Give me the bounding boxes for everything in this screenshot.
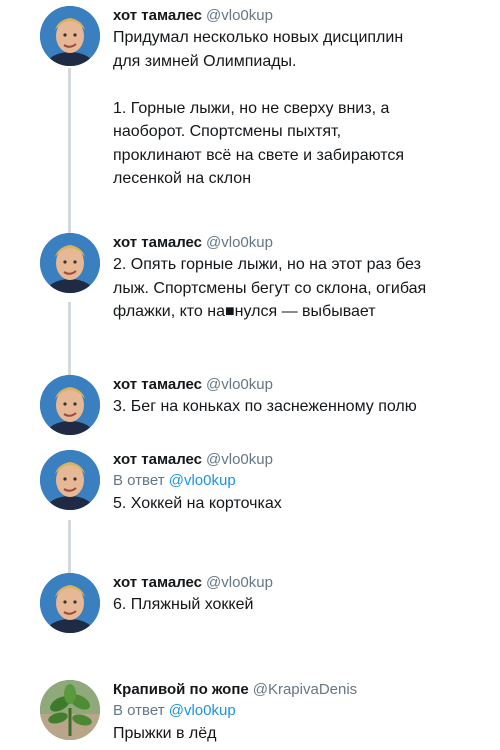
reply-mention-link[interactable]: @vlo0kup xyxy=(169,702,236,719)
user-avatar-icon xyxy=(40,6,100,66)
display-name[interactable]: хот тамалес xyxy=(113,451,202,468)
tweet-header: хот тамалес @vlo0kup xyxy=(113,233,493,253)
reply-prefix: В ответ xyxy=(113,702,165,719)
tweet-text: 6. Пляжный хоккей xyxy=(113,596,254,613)
reply-prefix: В ответ xyxy=(113,472,165,489)
avatar[interactable] xyxy=(40,573,100,633)
user-avatar-icon xyxy=(40,573,100,633)
user-handle[interactable]: @vlo0kup xyxy=(206,574,273,591)
tweet-header: Крапивой по жопе @KrapivaDenis xyxy=(113,680,493,700)
display-name[interactable]: Крапивой по жопе xyxy=(113,681,249,698)
tweet-header: хот тамалес @vlo0kup xyxy=(113,450,493,470)
tweet-text: 3. Бег на коньках по заснеженному полю xyxy=(113,398,417,415)
user-avatar-icon xyxy=(40,375,100,435)
tweet-header: хот тамалес @vlo0kup xyxy=(113,375,493,395)
user-avatar-icon xyxy=(40,450,100,510)
tweet-header: хот тамалес @vlo0kup xyxy=(113,6,493,26)
avatar[interactable] xyxy=(40,6,100,66)
user-handle[interactable]: @KrapivaDenis xyxy=(253,681,357,698)
user-handle[interactable]: @vlo0kup xyxy=(206,376,273,393)
plant-avatar-icon xyxy=(40,680,100,740)
display-name[interactable]: хот тамалес xyxy=(113,376,202,393)
avatar[interactable] xyxy=(40,680,100,740)
user-handle[interactable]: @vlo0kup xyxy=(206,451,273,468)
avatar[interactable] xyxy=(40,450,100,510)
user-avatar-icon xyxy=(40,233,100,293)
reply-to: В ответ @vlo0kup xyxy=(113,470,493,492)
tweet-text: 2. Опять горные лыжи, но на этот раз без… xyxy=(113,256,427,320)
reply-to: В ответ @vlo0kup xyxy=(113,700,493,722)
avatar[interactable] xyxy=(40,375,100,435)
tweet-text: Прыжки в лёд xyxy=(113,725,217,742)
tweet-text: Придумал несколько новых дисциплин для з… xyxy=(113,29,405,187)
thread-line xyxy=(68,302,71,380)
avatar[interactable] xyxy=(40,233,100,293)
tweet-text: 5. Хоккей на корточках xyxy=(113,495,282,512)
thread-line xyxy=(68,520,71,580)
user-handle[interactable]: @vlo0kup xyxy=(206,7,273,24)
display-name[interactable]: хот тамалес xyxy=(113,574,202,591)
reply-mention-link[interactable]: @vlo0kup xyxy=(169,472,236,489)
display-name[interactable]: хот тамалес xyxy=(113,7,202,24)
thread-line xyxy=(68,68,71,238)
tweet-header: хот тамалес @vlo0kup xyxy=(113,573,493,593)
user-handle[interactable]: @vlo0kup xyxy=(206,234,273,251)
display-name[interactable]: хот тамалес xyxy=(113,234,202,251)
